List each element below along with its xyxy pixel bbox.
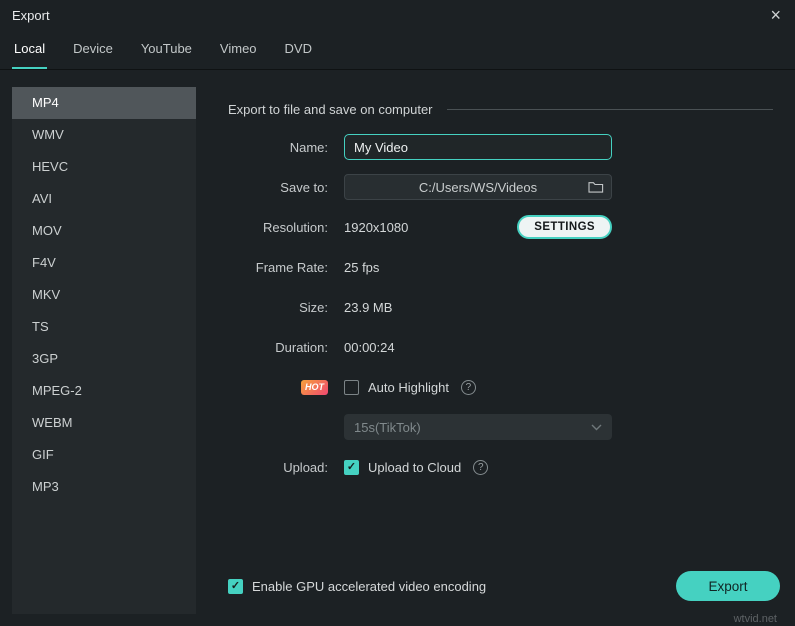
folder-icon <box>588 181 604 194</box>
sidebar-item-wmv[interactable]: WMV <box>12 119 196 151</box>
sidebar-item-hevc[interactable]: HEVC <box>12 151 196 183</box>
sidebar-item-mp4[interactable]: MP4 <box>12 87 196 119</box>
format-sidebar: MP4 WMV HEVC AVI MOV F4V MKV TS 3GP MPEG… <box>12 87 196 614</box>
section-title: Export to file and save on computer <box>228 102 433 117</box>
sidebar-item-mp3[interactable]: MP3 <box>12 471 196 503</box>
auto-highlight-checkbox[interactable] <box>344 380 359 395</box>
browse-folder-button[interactable] <box>588 181 604 194</box>
gpu-encoding-label: Enable GPU accelerated video encoding <box>252 579 486 594</box>
name-row: Name: <box>228 127 783 167</box>
hot-badge: HOT <box>301 380 328 395</box>
size-value: 23.9 MB <box>344 300 392 315</box>
sidebar-item-avi[interactable]: AVI <box>12 183 196 215</box>
tab-local[interactable]: Local <box>12 30 47 69</box>
save-path-field[interactable]: C:/Users/WS/Videos <box>344 174 612 200</box>
tab-youtube[interactable]: YouTube <box>139 30 194 69</box>
resolution-label: Resolution: <box>228 220 328 235</box>
frame-rate-value: 25 fps <box>344 260 379 275</box>
dialog-footer: ✓ Enable GPU accelerated video encoding … <box>228 571 780 601</box>
settings-button[interactable]: SETTINGS <box>517 215 612 239</box>
resolution-value: 1920x1080 <box>344 220 408 235</box>
watermark: wtvid.net <box>734 613 777 625</box>
save-to-label: Save to: <box>228 180 328 195</box>
upload-row: Upload: ✓ Upload to Cloud ? <box>228 447 783 487</box>
highlight-preset-value: 15s(TikTok) <box>354 420 421 435</box>
export-button[interactable]: Export <box>676 571 780 601</box>
resolution-row: Resolution: 1920x1080 SETTINGS <box>228 207 783 247</box>
highlight-preset-row: 15s(TikTok) <box>228 407 783 447</box>
highlight-preset-dropdown[interactable]: 15s(TikTok) <box>344 414 612 440</box>
tab-vimeo[interactable]: Vimeo <box>218 30 259 69</box>
check-icon: ✓ <box>231 581 240 592</box>
duration-row: Duration: 00:00:24 <box>228 327 783 367</box>
sidebar-item-3gp[interactable]: 3GP <box>12 343 196 375</box>
tab-device[interactable]: Device <box>71 30 115 69</box>
sidebar-item-mpeg2[interactable]: MPEG-2 <box>12 375 196 407</box>
size-row: Size: 23.9 MB <box>228 287 783 327</box>
frame-rate-label: Frame Rate: <box>228 260 328 275</box>
gpu-encoding-checkbox[interactable]: ✓ <box>228 579 243 594</box>
sidebar-item-f4v[interactable]: F4V <box>12 247 196 279</box>
titlebar: Export × <box>0 0 795 30</box>
sidebar-item-mov[interactable]: MOV <box>12 215 196 247</box>
section-header: Export to file and save on computer <box>228 99 783 119</box>
upload-label: Upload: <box>228 460 328 475</box>
frame-rate-row: Frame Rate: 25 fps <box>228 247 783 287</box>
check-icon: ✓ <box>347 462 356 473</box>
close-icon[interactable]: × <box>770 6 781 24</box>
window-title: Export <box>12 8 50 23</box>
name-input[interactable] <box>344 134 612 160</box>
sidebar-item-mkv[interactable]: MKV <box>12 279 196 311</box>
upload-help-icon[interactable]: ? <box>473 460 488 475</box>
upload-to-cloud-label: Upload to Cloud <box>368 460 461 475</box>
sidebar-item-gif[interactable]: GIF <box>12 439 196 471</box>
gpu-encoding-option: ✓ Enable GPU accelerated video encoding <box>228 579 486 594</box>
sidebar-item-webm[interactable]: WEBM <box>12 407 196 439</box>
save-to-row: Save to: C:/Users/WS/Videos <box>228 167 783 207</box>
export-form: Name: Save to: C:/Users/WS/Videos <box>228 127 783 487</box>
duration-value: 00:00:24 <box>344 340 395 355</box>
hot-badge-cell: HOT <box>228 380 328 395</box>
name-label: Name: <box>228 140 328 155</box>
export-settings-panel: Export to file and save on computer Name… <box>196 87 783 614</box>
save-path-value: C:/Users/WS/Videos <box>419 180 537 195</box>
upload-to-cloud-checkbox[interactable]: ✓ <box>344 460 359 475</box>
auto-highlight-label: Auto Highlight <box>368 380 449 395</box>
sidebar-item-ts[interactable]: TS <box>12 311 196 343</box>
size-label: Size: <box>228 300 328 315</box>
section-divider <box>447 109 773 110</box>
duration-label: Duration: <box>228 340 328 355</box>
tab-dvd[interactable]: DVD <box>283 30 314 69</box>
dialog-body: MP4 WMV HEVC AVI MOV F4V MKV TS 3GP MPEG… <box>0 71 795 626</box>
chevron-down-icon <box>591 424 602 431</box>
auto-highlight-help-icon[interactable]: ? <box>461 380 476 395</box>
export-tabs: Local Device YouTube Vimeo DVD <box>0 30 795 70</box>
auto-highlight-row: HOT Auto Highlight ? <box>228 367 783 407</box>
